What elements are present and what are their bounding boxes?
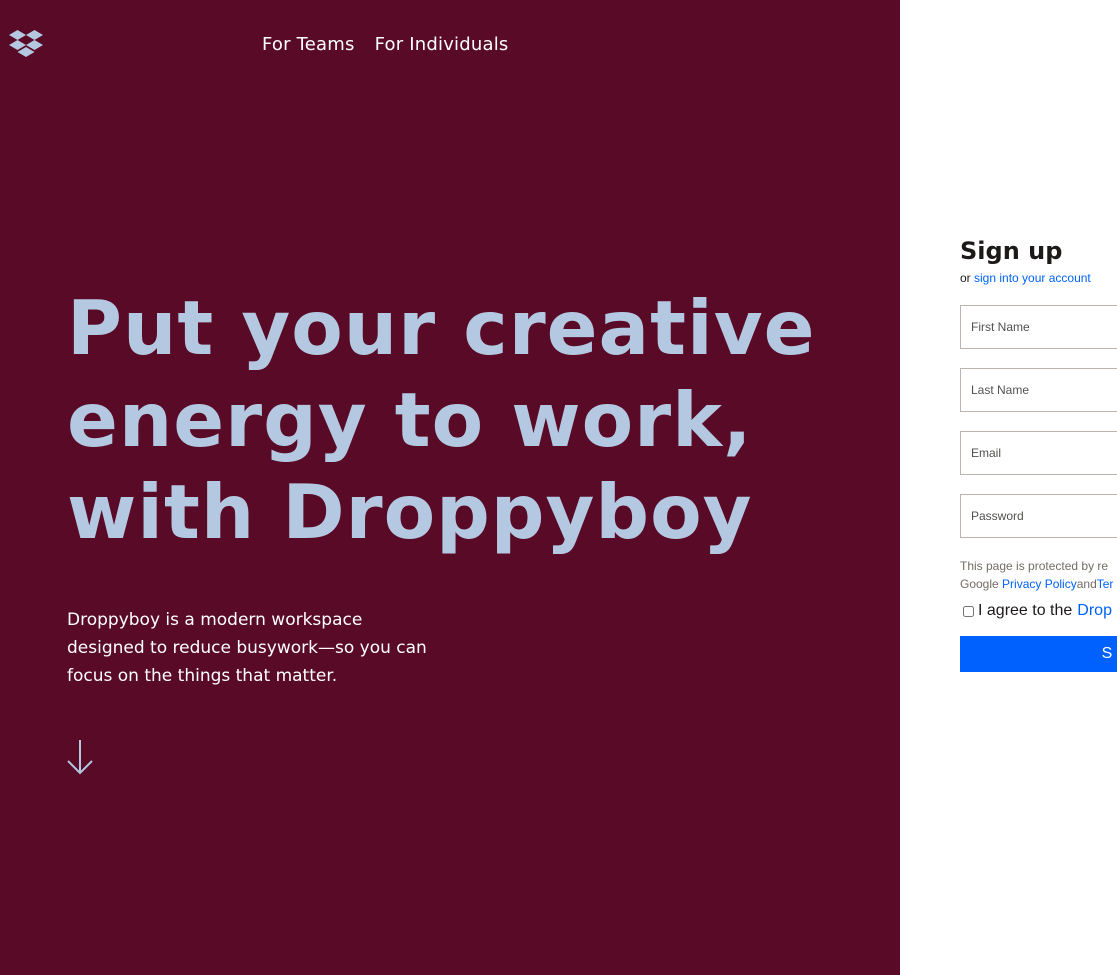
agree-terms-link[interactable]: Drop: [1077, 602, 1112, 620]
recaptcha-google-text: Google: [960, 577, 1003, 591]
signup-panel: Sign up or sign into your account This p…: [960, 236, 1117, 672]
recaptcha-line-2: Google Privacy PolicyandTer: [960, 575, 1117, 593]
agree-checkbox[interactable]: [963, 605, 974, 617]
recaptcha-line-1: This page is protected by re: [960, 559, 1109, 573]
nav-for-teams[interactable]: For Teams: [262, 34, 355, 55]
recaptcha-notice: This page is protected by re Google Priv…: [960, 557, 1117, 593]
dropbox-logo-icon[interactable]: [9, 30, 43, 59]
first-name-input[interactable]: [960, 305, 1117, 349]
privacy-policy-link[interactable]: Privacy Policy: [1002, 577, 1077, 591]
signin-prompt: or sign into your account: [960, 271, 1117, 285]
password-input[interactable]: [960, 494, 1117, 538]
email-input[interactable]: [960, 431, 1117, 475]
signup-submit-button[interactable]: S: [960, 636, 1117, 672]
signup-title: Sign up: [960, 237, 1063, 265]
nav-for-individuals[interactable]: For Individuals: [375, 34, 509, 55]
hero-subtitle: Droppyboy is a modern workspace designed…: [67, 610, 427, 686]
last-name-input[interactable]: [960, 368, 1117, 412]
signin-link[interactable]: sign into your account: [974, 271, 1091, 285]
hero-section: For Teams For Individuals Put your creat…: [0, 0, 900, 975]
terms-link[interactable]: Ter: [1097, 577, 1114, 591]
recaptcha-and-text: and: [1076, 577, 1097, 591]
or-text: or: [960, 271, 971, 285]
hero-headline: Put your creative energy to work, with D…: [67, 284, 816, 556]
agree-terms-row: I agree to the Drop: [960, 602, 1117, 620]
top-nav: For Teams For Individuals: [262, 34, 509, 55]
agree-text: I agree to the: [978, 602, 1073, 619]
arrow-down-icon[interactable]: [66, 739, 94, 775]
